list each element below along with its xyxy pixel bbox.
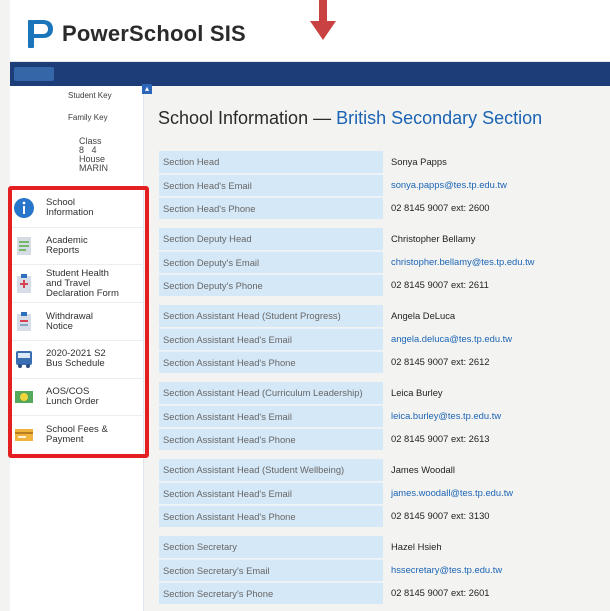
row-value: 02 8145 9007 ext: 2601 — [391, 587, 490, 598]
row-label: Section Assistant Head's Phone — [159, 350, 383, 373]
bus-icon — [16, 351, 32, 369]
row-label: Section Head — [159, 150, 383, 173]
withdrawal-form-icon — [17, 311, 31, 331]
row-label: Section Assistant Head's Phone — [159, 427, 383, 450]
table-row: Section Assistant Head (Curriculum Leade… — [159, 381, 610, 404]
table-row: Section Head's Email sonya.papps@tes.tp.e… — [159, 173, 610, 196]
row-value: Sonya Papps — [391, 156, 447, 167]
info-group: Section Head Sonya Papps Section Head's E… — [159, 150, 610, 219]
info-group: Section Assistant Head (Student Wellbein… — [159, 458, 610, 527]
sidebar-collapse-button[interactable]: ▴ — [142, 84, 152, 94]
document-icon — [17, 237, 31, 256]
sidebar-item-academic-reports[interactable]: Academic Reports — [12, 228, 145, 266]
sidebar-item-label: AOS/COS Lunch Order — [46, 385, 99, 407]
table-row: Section Deputy's Email christopher.bellam… — [159, 250, 610, 273]
row-value: 02 8145 9007 ext: 2600 — [391, 202, 490, 213]
info-group: Section Assistant Head (Student Progress… — [159, 304, 610, 373]
sidebar-item-student-health-form[interactable]: Student Health and Travel Declaration Fo… — [12, 265, 145, 304]
top-header: PowerSchool SIS — [10, 0, 610, 62]
row-label: Section Secretary — [159, 535, 383, 558]
row-value: Angela DeLuca — [391, 310, 456, 321]
row-label: Section Assistant Head's Email — [159, 481, 383, 504]
row-value: Hazel Hsieh — [391, 541, 442, 552]
email-link[interactable]: christopher.bellamy@tes.tp.edu.tw — [383, 251, 534, 273]
table-row: Section Assistant Head's Phone 02 8145 90… — [159, 427, 610, 450]
sidebar-item-school-information[interactable]: School Information — [12, 190, 145, 228]
table-row: Section Assistant Head (Student Progress… — [159, 304, 610, 327]
sidebar-item-label: Academic Reports — [46, 235, 88, 257]
info-group: Section Secretary Hazel Hsieh Section Sec… — [159, 535, 610, 604]
sidebar-menu: School Information Academic Reports Stud… — [12, 190, 145, 454]
table-row: Section Assistant Head's Email james.wood… — [159, 481, 610, 504]
table-row: Section Assistant Head's Phone 02 8145 90… — [159, 350, 610, 373]
class-house-info: Class 8 4 House MARIN — [79, 137, 141, 173]
row-label: Section Secretary's Email — [159, 558, 383, 581]
school-information-table: Section Head Sonya Papps Section Head's E… — [159, 150, 610, 611]
row-label: Section Deputy's Email — [159, 250, 383, 273]
lunch-icon — [15, 390, 33, 403]
table-row: Section Deputy Head Christopher Bellamy — [159, 227, 610, 250]
table-row: Section Secretary's Email hssecretary@tes… — [159, 558, 610, 581]
page-title: School Information — British Secondary S… — [158, 108, 542, 129]
row-label: Section Deputy's Phone — [159, 273, 383, 296]
main-content: School Information — British Secondary S… — [155, 96, 610, 611]
sidebar-item-school-fees-payment[interactable]: School Fees & Payment — [12, 416, 145, 454]
sidebar-item-label: School Information — [46, 197, 94, 219]
email-link[interactable]: james.woodall@tes.tp.edu.tw — [383, 482, 513, 504]
page-title-section: British Secondary Section — [336, 108, 543, 128]
row-value: Leica Burley — [391, 387, 443, 398]
table-row: Section Assistant Head's Email leica.burl… — [159, 404, 610, 427]
house-value: MARIN — [79, 163, 108, 173]
sidebar-item-label: Student Health and Travel Declaration Fo… — [46, 267, 119, 299]
red-down-arrow-icon — [310, 0, 336, 40]
info-icon — [14, 198, 34, 219]
table-row: Section Assistant Head's Email angela.del… — [159, 327, 610, 350]
email-link[interactable]: sonya.papps@tes.tp.edu.tw — [383, 174, 507, 196]
row-value: 02 8145 9007 ext: 2613 — [391, 433, 490, 444]
row-label: Section Assistant Head's Phone — [159, 504, 383, 527]
row-value: 02 8145 9007 ext: 3130 — [391, 510, 490, 521]
info-group: Section Deputy Head Christopher Bellamy S… — [159, 227, 610, 296]
student-key-label: Student Key — [68, 91, 112, 100]
row-label: Section Secretary's Phone — [159, 581, 383, 604]
sidebar-item-bus-schedule[interactable]: 2020-2021 S2 Bus Schedule — [12, 341, 145, 379]
row-label: Section Assistant Head (Student Wellbein… — [159, 458, 383, 481]
navigation-bar — [10, 62, 610, 86]
sidebar-item-withdrawal-notice[interactable]: Withdrawal Notice — [12, 303, 145, 341]
row-label: Section Assistant Head's Email — [159, 327, 383, 350]
row-label: Section Head's Email — [159, 173, 383, 196]
payment-icon — [15, 429, 33, 442]
health-form-icon — [17, 273, 31, 293]
sidebar-item-label: 2020-2021 S2 Bus Schedule — [46, 348, 106, 370]
table-row: Section Secretary Hazel Hsieh — [159, 535, 610, 558]
table-row: Section Assistant Head's Phone 02 8145 90… — [159, 504, 610, 527]
table-row: Section Head Sonya Papps — [159, 150, 610, 173]
table-row: Section Deputy's Phone 02 8145 9007 ext: … — [159, 273, 610, 296]
info-group: Section Assistant Head (Curriculum Leade… — [159, 381, 610, 450]
table-row: Section Secretary's Phone 02 8145 9007 ex… — [159, 581, 610, 604]
row-label: Section Assistant Head (Student Progress… — [159, 304, 383, 327]
sidebar-item-label: Withdrawal Notice — [46, 310, 93, 332]
row-value: 02 8145 9007 ext: 2612 — [391, 356, 490, 367]
family-key-label: Family Key — [68, 113, 108, 122]
row-value: 02 8145 9007 ext: 2611 — [391, 279, 489, 290]
row-label: Section Deputy Head — [159, 227, 383, 250]
row-value: James Woodall — [391, 464, 455, 475]
row-label: Section Assistant Head's Email — [159, 404, 383, 427]
powerschool-logo-icon — [28, 20, 53, 48]
email-link[interactable]: hssecretary@tes.tp.edu.tw — [383, 559, 502, 581]
sidebar-item-label: School Fees & Payment — [46, 424, 108, 446]
table-row: Section Assistant Head (Student Wellbein… — [159, 458, 610, 481]
sidebar-item-lunch-order[interactable]: AOS/COS Lunch Order — [12, 379, 145, 417]
email-link[interactable]: leica.burley@tes.tp.edu.tw — [383, 405, 501, 427]
powerschool-screen: PowerSchool SIS ▴ Student Key Family Key… — [0, 0, 610, 611]
page-title-prefix: School Information — — [158, 108, 337, 128]
navigation-menu-button[interactable] — [14, 67, 54, 81]
email-link[interactable]: angela.deluca@tes.tp.edu.tw — [383, 328, 512, 350]
app-brand: PowerSchool SIS — [62, 21, 246, 46]
table-row: Section Head's Phone 02 8145 9007 ext: 26… — [159, 196, 610, 219]
row-label: Section Assistant Head (Curriculum Leade… — [159, 381, 383, 404]
row-value: Christopher Bellamy — [391, 233, 476, 244]
row-label: Section Head's Phone — [159, 196, 383, 219]
